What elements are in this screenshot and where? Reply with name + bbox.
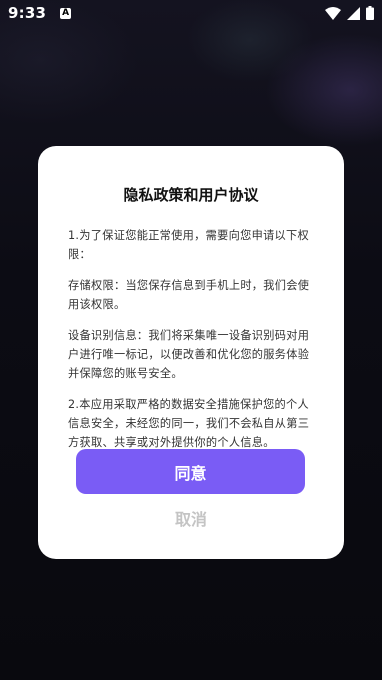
dialog-body: 1.为了保证您能正常使用，需要向您申请以下权限： 存储权限：当您保存信息到手机上…	[68, 226, 318, 464]
device-id-text: 设备识别信息：我们将采集唯一设备识别码对用户进行唯一标记，以便改善和优化您的服务…	[68, 329, 310, 380]
data-security-text: 2.本应用采取严格的数据安全措施保护您的个人信息安全，未经您的同一，我们不会私自…	[68, 398, 310, 449]
wifi-icon	[325, 6, 341, 20]
status-time: 9:33	[8, 4, 47, 22]
cancel-button[interactable]: 取消	[38, 506, 344, 530]
dialog-title: 隐私政策和用户协议	[123, 186, 259, 204]
storage-permission-text: 存储权限：当您保存信息到手机上时，我们会使用该权限。	[68, 279, 310, 311]
status-bar: 9:33 A	[0, 0, 382, 26]
privacy-dialog: 隐私政策和用户协议 1.为了保证您能正常使用，需要向您申请以下权限： 存储权限：…	[38, 146, 344, 559]
permission-intro-text: 1.为了保证您能正常使用，需要向您申请以下权限：	[68, 229, 310, 261]
status-icons	[325, 6, 374, 20]
signal-icon	[347, 6, 360, 20]
agree-button[interactable]: 同意	[76, 449, 305, 494]
battery-icon	[366, 6, 374, 20]
notification-icon: A	[60, 7, 72, 19]
